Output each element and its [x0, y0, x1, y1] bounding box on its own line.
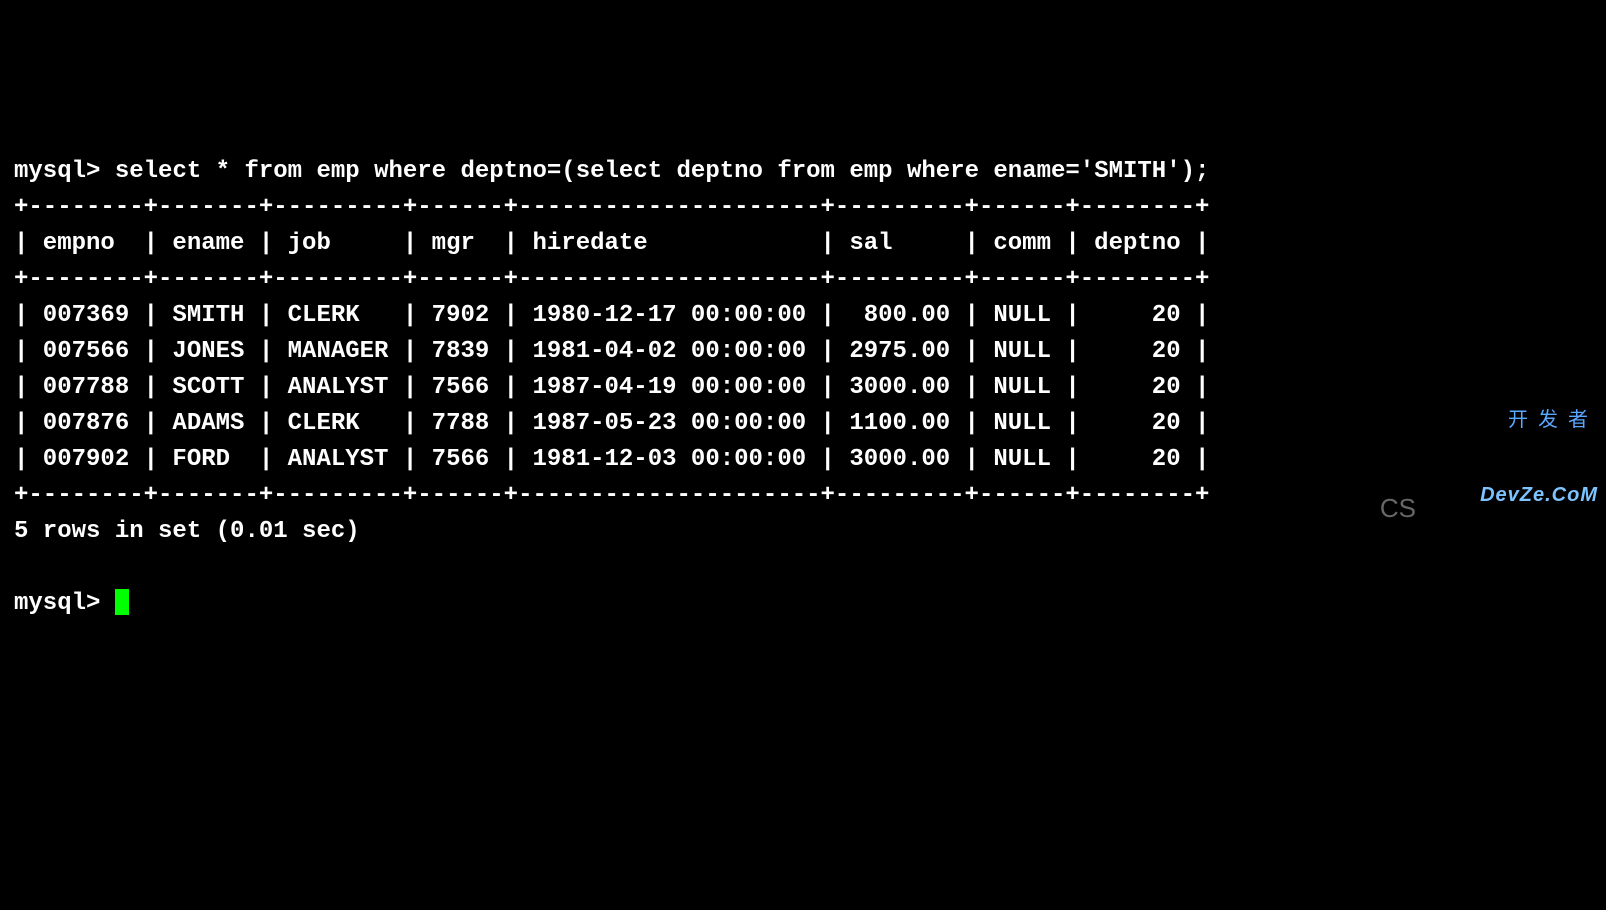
table-row: | 007876 | ADAMS | CLERK | 7788 | 1987-0…	[14, 410, 1209, 437]
mysql-prompt[interactable]: mysql>	[14, 590, 115, 617]
watermark-en: DevZe.CoM	[1480, 484, 1598, 506]
table-row: | 007566 | JONES | MANAGER | 7839 | 1981…	[14, 338, 1209, 365]
table-border-bottom: +--------+-------+---------+------+-----…	[14, 482, 1209, 509]
table-row: | 007369 | SMITH | CLERK | 7902 | 1980-1…	[14, 302, 1209, 329]
table-border-top: +--------+-------+---------+------+-----…	[14, 194, 1209, 221]
table-row: | 007902 | FORD | ANALYST | 7566 | 1981-…	[14, 446, 1209, 473]
cursor-icon[interactable]	[115, 589, 129, 615]
cs-watermark: CS	[1380, 489, 1416, 528]
mysql-prompt: mysql>	[14, 158, 115, 185]
terminal-output: mysql> select * from emp where deptno=(s…	[14, 154, 1592, 622]
watermark-cn: 开发者	[1480, 409, 1598, 431]
table-row: | 007788 | SCOTT | ANALYST | 7566 | 1987…	[14, 374, 1209, 401]
table-header: | empno | ename | job | mgr | hiredate |…	[14, 230, 1209, 257]
sql-query: select * from emp where deptno=(select d…	[115, 158, 1210, 185]
site-watermark: 开发者 DevZe.CoM	[1480, 356, 1598, 532]
table-border-mid: +--------+-------+---------+------+-----…	[14, 266, 1209, 293]
result-summary: 5 rows in set (0.01 sec)	[14, 518, 360, 545]
